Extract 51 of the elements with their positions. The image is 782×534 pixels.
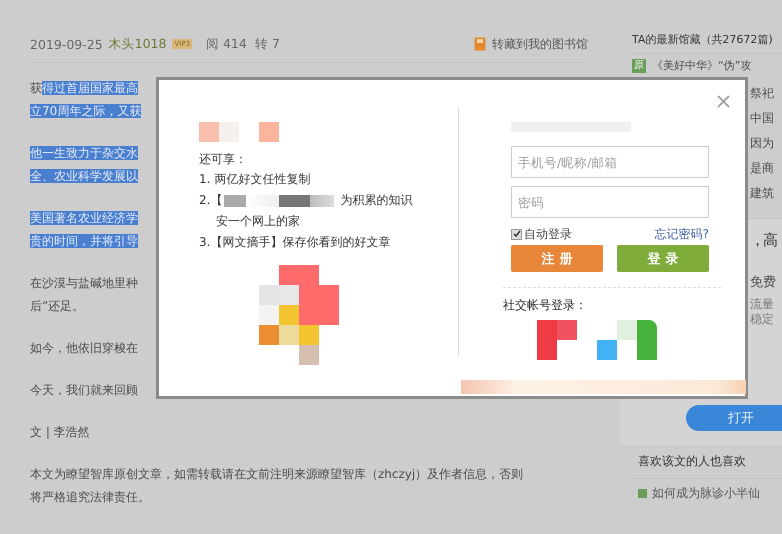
auto-login-checkbox[interactable]: [511, 228, 522, 240]
article-text: 他一生致力于杂交水: [30, 146, 138, 160]
save-to-library-link[interactable]: 转藏到我的图书馆: [492, 36, 588, 52]
article-text: 后”还足。: [30, 299, 84, 313]
article-text: 获: [30, 81, 42, 95]
benefit-item: 1. 两亿好文任性复制: [199, 171, 312, 188]
password-field[interactable]: 密码: [511, 186, 709, 218]
post-date: 2019-09-25: [30, 36, 103, 52]
section-title: 喜欢该文的人也喜欢: [632, 445, 782, 479]
ad-headline: ，高: [750, 230, 778, 251]
share-count: 转 7: [254, 36, 280, 52]
collection-link[interactable]: 中国: [750, 106, 782, 131]
article-text: 如今，他依旧穿梭在: [30, 341, 138, 355]
ad-text: 稳定: [750, 312, 775, 327]
article-text: 得过首届国家最高: [42, 81, 138, 95]
author-link[interactable]: 木头1018: [108, 36, 166, 52]
collection-link[interactable]: 祭祀: [750, 81, 782, 106]
benefit-item: 安一个网上的家: [215, 213, 301, 230]
article-text: 美国著名农业经济学: [30, 211, 138, 225]
bullet-icon: [638, 489, 647, 498]
original-badge: 原: [632, 59, 646, 73]
social-login-title: 社交帐号登录：: [503, 287, 721, 314]
article-text: 文 | 李浩然: [30, 425, 90, 439]
close-icon[interactable]: [717, 95, 730, 108]
article-text: 在沙漠与盐碱地里种: [30, 276, 138, 290]
collection-link[interactable]: 建筑: [750, 181, 782, 206]
article-text: 今天，我们就来回顾: [30, 383, 138, 397]
pixelated-social-icon[interactable]: [537, 320, 577, 360]
article-text: 立70周年之际，又获: [30, 104, 142, 118]
open-button[interactable]: 打开: [686, 405, 782, 431]
article-text: 本文为瞭望智库原创文章，如需转载请在文前注明来源瞭望智库（zhczyj）及作者信息，否则: [30, 467, 524, 481]
benefits-title: 还可享：: [199, 151, 248, 168]
benefit-item: 3.【网文摘手】保存你看到的好文章: [199, 234, 392, 251]
article-text: 全、农业科学发展以: [30, 169, 138, 183]
username-field[interactable]: 手机号/昵称/邮箱: [511, 146, 709, 178]
read-count: 阅 414: [206, 36, 247, 52]
forgot-password-link[interactable]: 忘记密码?: [654, 226, 709, 242]
collection-link[interactable]: 《美好中华》“伪”攻: [652, 59, 752, 73]
save-icon[interactable]: [474, 37, 486, 51]
sidebar-title: TA的最新馆藏（共27672篇): [632, 32, 782, 54]
ad-text: 流量: [750, 297, 775, 312]
ad-text: 免费: [750, 274, 777, 291]
article-text: 贵的时间，并将引导: [30, 234, 138, 248]
related-link[interactable]: 如何成为脉诊小半仙: [652, 485, 760, 502]
collection-link[interactable]: 因为: [750, 131, 782, 156]
pixelated-social-icon[interactable]: [617, 320, 657, 360]
collection-link[interactable]: 是商: [750, 156, 782, 181]
auto-login-label: 自动登录: [524, 226, 572, 242]
benefit-item: 为积累的知识: [340, 192, 412, 209]
article-text: 将严格追究法律责任。: [30, 490, 150, 504]
benefit-item: 2.【: [199, 192, 222, 209]
